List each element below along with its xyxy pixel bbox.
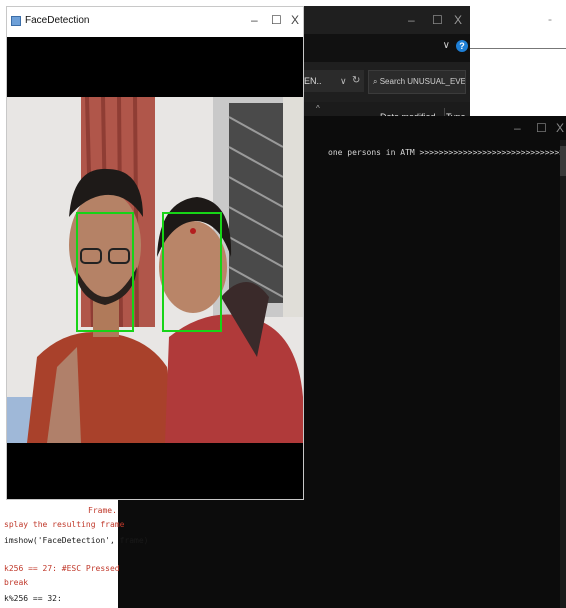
face-detection-window: FaceDetection – ☐ X <box>6 6 304 500</box>
console-scrollbar-thumb[interactable] <box>560 146 566 176</box>
face-minimize-button[interactable]: – <box>251 13 258 27</box>
explorer-ribbon: ∨ <box>300 34 470 62</box>
code-line: k256 == 27: #ESC Pressed <box>4 564 120 573</box>
console-minimize-button[interactable]: – <box>514 121 521 135</box>
search-input[interactable]: ⌕ Search UNUSUAL_EVENT_FI... <box>368 70 466 94</box>
address-dropdown-icon[interactable]: ∨ <box>340 70 347 92</box>
camera-frame-image <box>7 97 303 443</box>
code-line: Frame. <box>88 506 117 515</box>
face-maximize-button[interactable]: ☐ <box>271 13 282 27</box>
search-icon: ⌕ <box>373 77 380 86</box>
help-icon[interactable]: ? <box>456 40 468 52</box>
search-placeholder: Search UNUSUAL_EVENT_FI... <box>379 77 466 86</box>
desktop-divider <box>470 48 566 49</box>
explorer-titlebar: – ☐ X <box>300 6 470 34</box>
refresh-icon[interactable]: ↻ <box>352 70 360 92</box>
explorer-maximize-button[interactable]: ☐ <box>432 13 443 27</box>
code-line: imshow('FaceDetection', frame) <box>4 536 149 545</box>
console-output-line: one persons in ATM >>>>>>>>>>>>>>>>>>>>>… <box>328 148 566 157</box>
explorer-close-button[interactable]: X <box>454 13 462 27</box>
explorer-minimize-button[interactable]: – <box>408 13 415 27</box>
window-frame <box>283 97 303 317</box>
code-line: splay the resulting frame <box>4 520 125 529</box>
address-bar-text: EN.. <box>304 76 322 86</box>
console-close-button[interactable]: X <box>556 121 564 135</box>
desktop-minimize-button[interactable]: - <box>548 12 552 26</box>
file-explorer-window: – ☐ X ∨ ? EN.. ∨ ↻ ⌕ Search UNUSUAL_EVEN… <box>300 6 470 126</box>
app-window-icon <box>11 16 21 26</box>
sort-up-icon[interactable]: ^ <box>316 104 320 113</box>
face-close-button[interactable]: X <box>291 13 299 27</box>
address-bar[interactable]: EN.. ∨ ↻ <box>300 70 364 92</box>
ribbon-expand-icon[interactable]: ∨ <box>443 40 450 51</box>
camera-frame <box>7 97 303 443</box>
code-line: k%256 == 32: <box>4 594 62 603</box>
console-maximize-button[interactable]: ☐ <box>536 121 547 135</box>
right-person-bindi <box>190 228 196 234</box>
window-title: FaceDetection <box>25 15 90 26</box>
code-editor-fragment: Frame. splay the resulting frame imshow(… <box>0 500 149 608</box>
console-scrollbar[interactable] <box>560 140 566 608</box>
code-line: break <box>4 578 29 587</box>
face-detection-titlebar: FaceDetection – ☐ X <box>7 7 303 37</box>
